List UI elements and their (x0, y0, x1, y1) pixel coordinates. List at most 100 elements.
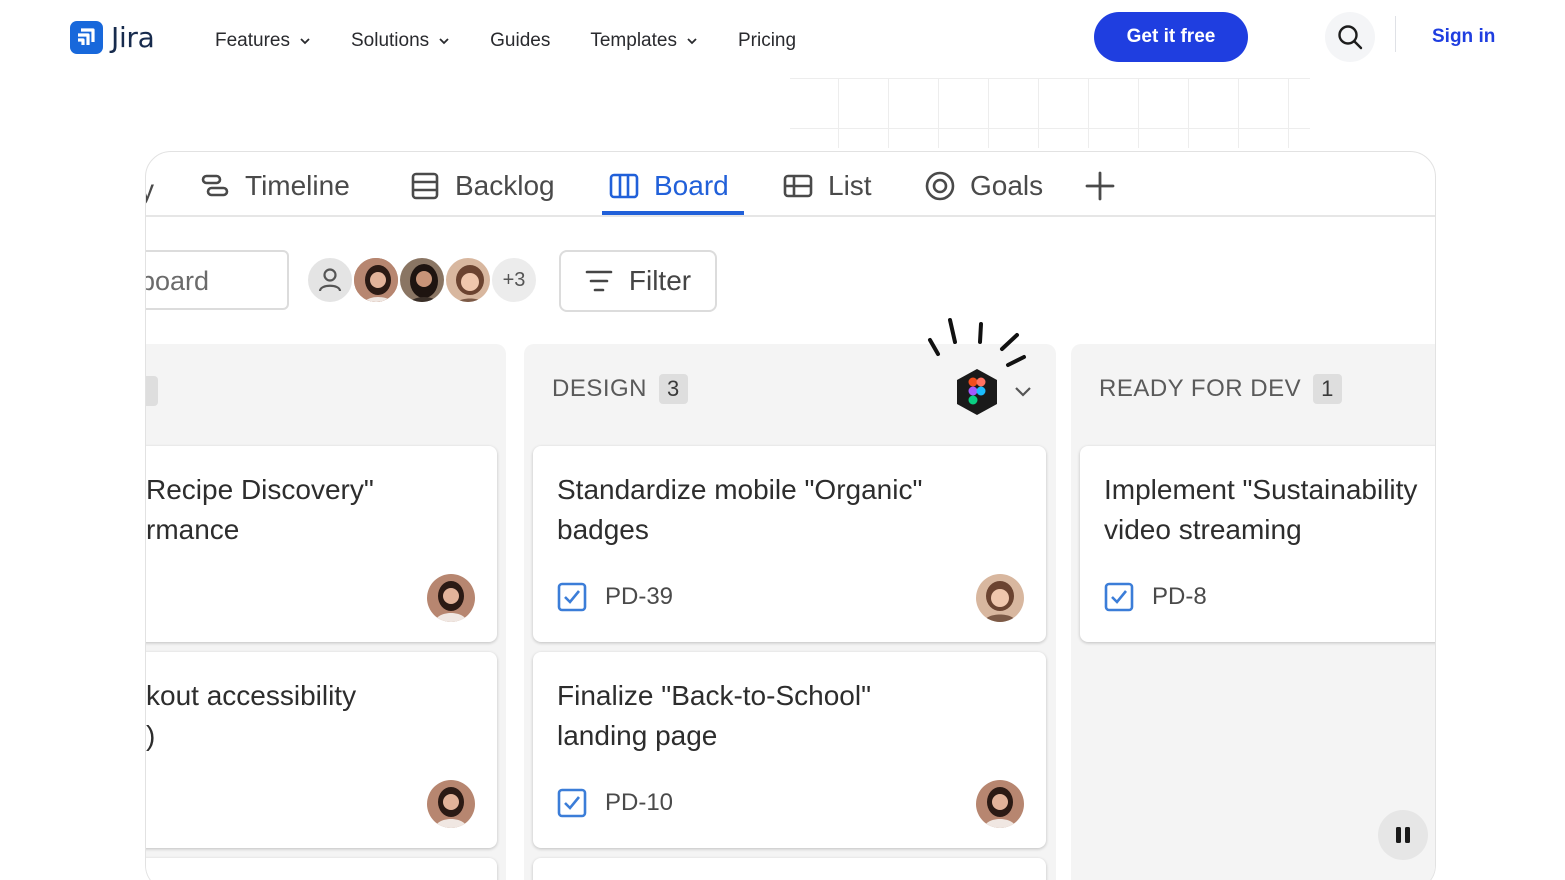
card-assignee-avatar[interactable] (976, 780, 1024, 828)
card-key-label[interactable]: PD-10 (605, 789, 673, 817)
nav-divider (1395, 16, 1396, 52)
issue-card[interactable]: Recipe Discovery" rmance (146, 446, 497, 642)
active-tab-indicator (602, 211, 744, 215)
partial-tab-label: y (146, 174, 154, 206)
filter-icon (585, 270, 613, 292)
menu-pricing-label: Pricing (737, 30, 797, 51)
tab-board[interactable]: Board (608, 166, 729, 206)
more-avatars-badge[interactable]: +3 (490, 256, 538, 304)
brand-name: Jira (111, 21, 155, 54)
card-assignee-avatar[interactable] (976, 574, 1024, 622)
avatar[interactable] (444, 256, 492, 304)
card-assignee-avatar[interactable] (427, 780, 475, 828)
assignee-avatars: +3 (306, 256, 538, 304)
sign-in-link[interactable]: Sign in (1432, 26, 1495, 48)
chevron-down-icon[interactable] (1012, 380, 1034, 402)
backlog-icon (411, 172, 439, 200)
list-icon (783, 174, 813, 198)
add-view-button[interactable] (1084, 166, 1116, 206)
card-title-line: kout accessibility (146, 680, 357, 711)
board-icon (609, 173, 639, 199)
card-title: Implement "Sustainability video streamin… (1104, 470, 1417, 550)
unassigned-avatar[interactable] (306, 256, 354, 304)
top-nav: Jira Features Solutions Guides Templates… (0, 0, 1565, 80)
board-column-ready-for-dev: READY FOR DEV 1 Implement "Sustainabilit… (1071, 344, 1435, 880)
get-it-free-button[interactable]: Get it free (1094, 12, 1248, 62)
card-key-label[interactable]: PD-39 (605, 583, 673, 611)
chevron-down-icon (300, 38, 310, 45)
board-column: Recipe Discovery" rmance kout accessibil… (146, 344, 506, 880)
issue-card[interactable]: kout accessibility ) (146, 652, 497, 848)
board-search-input[interactable]: board (145, 250, 289, 310)
tab-timeline[interactable]: Timeline (199, 166, 350, 206)
board-preview: y Timeline Backlog Board List Goals bo (145, 151, 1436, 880)
card-title-line: Finalize "Back-to-School" (557, 680, 872, 711)
card-key-label[interactable]: PD-8 (1152, 583, 1207, 611)
card-title-line: Implement "Sustainability (1104, 474, 1418, 505)
column-count-badge: 1 (1313, 374, 1342, 404)
background-grid (790, 78, 1310, 148)
search-button[interactable] (1325, 12, 1375, 62)
card-assignee-avatar[interactable] (427, 574, 475, 622)
card-title: Recipe Discovery" rmance (146, 470, 374, 550)
card-title-line: rmance (146, 514, 240, 545)
issue-card[interactable] (146, 858, 497, 880)
figma-icon[interactable] (954, 367, 1000, 417)
column-title: READY FOR DEV (1099, 375, 1302, 402)
avatar[interactable] (352, 256, 400, 304)
card-title-line: landing page (557, 720, 718, 751)
column-count-badge: 3 (659, 374, 688, 404)
pause-icon (1396, 827, 1410, 843)
pause-button[interactable] (1378, 810, 1428, 860)
menu-guides-label: Guides (490, 30, 551, 51)
main-menu: Features Solutions Guides Templates Pric… (215, 30, 836, 52)
tab-board-label: Board (654, 170, 729, 201)
tab-list[interactable]: List (782, 166, 872, 206)
tab-backlog[interactable]: Backlog (409, 166, 555, 206)
filter-label: Filter (628, 265, 692, 296)
menu-features[interactable]: Features (215, 30, 311, 52)
column-header: READY FOR DEV 1 (1099, 374, 1342, 404)
issue-card[interactable] (533, 858, 1046, 880)
card-title-line: video streaming (1104, 514, 1302, 545)
tab-timeline-label: Timeline (245, 170, 350, 201)
issue-card[interactable]: Implement "Sustainability video streamin… (1080, 446, 1435, 642)
avatar[interactable] (398, 256, 446, 304)
menu-templates-label: Templates (590, 30, 677, 51)
menu-pricing[interactable]: Pricing (738, 30, 796, 52)
card-title-line: Standardize mobile "Organic" (557, 474, 923, 505)
tab-goals[interactable]: Goals (924, 166, 1043, 206)
search-icon (1338, 25, 1363, 50)
card-title-line: ) (146, 720, 156, 751)
task-checkbox-icon (557, 582, 587, 612)
card-key: PD-8 (1104, 582, 1207, 612)
tab-backlog-label: Backlog (455, 170, 555, 201)
card-title: Standardize mobile "Organic" badges (557, 470, 922, 550)
menu-features-label: Features (215, 30, 290, 51)
card-title-line: Recipe Discovery" (146, 474, 374, 505)
column-header: DESIGN 3 (552, 374, 688, 404)
column-count-badge (146, 376, 158, 406)
issue-card[interactable]: Finalize "Back-to-School" landing page P… (533, 652, 1046, 848)
filter-button[interactable]: Filter (559, 250, 717, 312)
board-toolbar: board +3 Filter (146, 248, 1435, 312)
tab-goals-label: Goals (970, 170, 1044, 201)
task-checkbox-icon (557, 788, 587, 818)
menu-solutions-label: Solutions (350, 30, 430, 51)
menu-templates[interactable]: Templates (590, 30, 698, 52)
issue-card[interactable]: Standardize mobile "Organic" badges PD-3… (533, 446, 1046, 642)
board-search-value: board (145, 266, 210, 296)
menu-guides[interactable]: Guides (490, 30, 550, 52)
card-title: kout accessibility ) (146, 676, 356, 756)
jira-logo[interactable]: Jira (70, 21, 155, 54)
menu-solutions[interactable]: Solutions (351, 30, 450, 52)
jira-logo-icon (70, 21, 103, 54)
card-key: PD-10 (557, 788, 673, 818)
task-checkbox-icon (1104, 582, 1134, 612)
view-tabs: y Timeline Backlog Board List Goals (146, 152, 1435, 217)
board-column-design: DESIGN 3 Standardize mobile "Organic" ba… (524, 344, 1056, 880)
plus-icon (1085, 171, 1115, 201)
tab-list-label: List (828, 170, 872, 201)
chevron-down-icon (687, 38, 697, 45)
user-icon (318, 268, 342, 292)
